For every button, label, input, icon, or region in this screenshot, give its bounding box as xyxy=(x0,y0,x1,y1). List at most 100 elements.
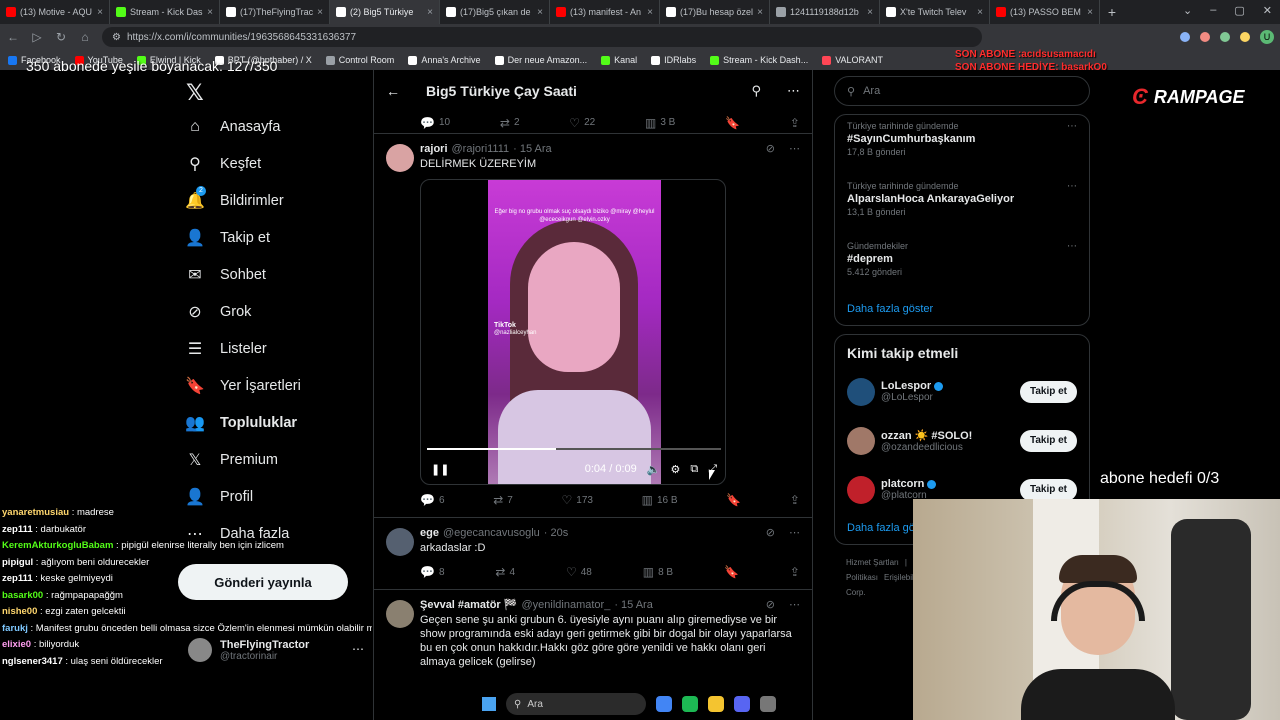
close-icon[interactable]: × xyxy=(757,7,763,18)
nav-item-profile[interactable]: 👤 Profil xyxy=(185,488,253,506)
bookmark-item[interactable]: Der neue Amazon... xyxy=(494,55,587,65)
bookmark-item[interactable]: Kanal xyxy=(601,55,637,65)
tweet[interactable]: Şevval #amatör 🏁 @yenildinamator_ · 15 A… xyxy=(374,590,812,675)
tweet-author-handle[interactable]: @egecancavusoglu xyxy=(443,527,540,539)
tweet-author-name[interactable]: Şevval #amatör 🏁 xyxy=(420,598,517,611)
close-icon[interactable]: × xyxy=(317,7,323,18)
browser-tab[interactable]: (17)Big5 çıkan de × xyxy=(440,0,550,24)
avatar[interactable] xyxy=(847,475,875,504)
home-icon[interactable]: ⌂ xyxy=(78,30,92,44)
close-icon[interactable]: × xyxy=(207,7,213,18)
browser-tab[interactable]: X'te Twitch Telev × xyxy=(880,0,990,24)
more-icon[interactable]: ⋯ xyxy=(789,598,800,611)
tweet[interactable]: ege @egecancavusoglu · 20s ⊘ ⋯ arkadasla… xyxy=(374,518,812,590)
bookmark-button[interactable]: 🔖 xyxy=(726,493,741,507)
spotify-icon[interactable] xyxy=(682,696,698,712)
nav-item-home[interactable]: ⌂ Anasayfa xyxy=(186,118,280,136)
like-button[interactable]: ♡ 22 xyxy=(569,116,595,130)
nav-item-list[interactable]: ☰ Listeler xyxy=(186,340,267,358)
browser-tab[interactable]: (13) PASSO BEM × xyxy=(990,0,1100,24)
browser-tab[interactable]: (17)Bu hesap özel × xyxy=(660,0,770,24)
tweet-author-name[interactable]: rajori xyxy=(420,143,448,155)
discord-icon[interactable] xyxy=(734,696,750,712)
trend-item[interactable]: Türkiye tarihinde gündemde AlparslanHoca … xyxy=(835,175,1089,235)
views-button[interactable]: ▥ 16 B xyxy=(642,493,678,507)
browser-tab[interactable]: 1241119188d12b × xyxy=(770,0,880,24)
more-icon[interactable]: ⋯ xyxy=(1067,181,1077,192)
more-icon[interactable]: ⋯ xyxy=(787,83,800,99)
grok-icon[interactable]: ⊘ xyxy=(766,142,775,155)
nav-item-follow[interactable]: 👤 Takip et xyxy=(185,229,270,247)
back-arrow-icon[interactable]: ← xyxy=(386,83,400,99)
share-button[interactable]: ⇪ xyxy=(790,565,800,579)
settings-icon[interactable]: ⚙ xyxy=(670,463,680,476)
close-icon[interactable]: × xyxy=(647,7,653,18)
avatar[interactable] xyxy=(386,528,414,556)
forward-icon[interactable]: ▷ xyxy=(30,30,44,44)
tweet-time[interactable]: · 20s xyxy=(544,527,568,539)
tweet-time[interactable]: · 15 Ara xyxy=(614,599,653,611)
bookmark-item[interactable]: VALORANT xyxy=(822,55,883,65)
windows-start-icon[interactable] xyxy=(482,697,496,711)
extension-icon[interactable] xyxy=(1200,32,1210,42)
follow-suggestion[interactable]: LoLespor @LoLespor Takip et xyxy=(835,367,1089,416)
url-field[interactable]: ⚙ https://x.com/i/communities/1963568645… xyxy=(102,27,982,47)
repost-button[interactable]: ⇄ 7 xyxy=(493,493,513,507)
settings-icon[interactable] xyxy=(760,696,776,712)
footer-link[interactable]: | xyxy=(905,558,907,567)
trend-item[interactable]: Gündemdekiler #deprem 5.412 gönderi ⋯ xyxy=(835,235,1089,295)
more-icon[interactable]: ⋯ xyxy=(789,142,800,155)
bookmark-item[interactable]: IDRlabs xyxy=(651,55,696,65)
pause-icon[interactable]: ❚❚ xyxy=(431,463,449,476)
close-icon[interactable]: × xyxy=(977,7,983,18)
browser-tab[interactable]: Stream - Kick Dash × xyxy=(110,0,220,24)
follow-suggestion[interactable]: ozzan ☀️ #SOLO! @ozandeedlicious Takip et xyxy=(835,416,1089,465)
nav-item-mail[interactable]: ✉ Sohbet xyxy=(186,266,266,284)
bookmark-button[interactable]: 🔖 xyxy=(725,116,740,130)
follow-button[interactable]: Takip et xyxy=(1019,429,1077,452)
site-info-icon[interactable]: ⚙ xyxy=(112,32,121,43)
nav-item-search[interactable]: ⚲ Keşfet xyxy=(186,155,261,173)
nav-item-bookmark[interactable]: 🔖 Yer İşaretleri xyxy=(185,377,301,395)
chrome-icon[interactable] xyxy=(656,696,672,712)
nav-item-bell[interactable]: 🔔 2 Bildirimler xyxy=(185,186,284,210)
pip-icon[interactable]: ⧉ xyxy=(690,463,698,476)
tweet[interactable]: rajori @rajori1111 · 15 Ara ⊘ ⋯ DELİRMEK… xyxy=(374,134,812,518)
repost-button[interactable]: ⇄ 2 xyxy=(500,116,520,130)
extension-icon[interactable] xyxy=(1180,32,1190,42)
more-icon[interactable]: ⋯ xyxy=(1067,121,1077,132)
browser-tab[interactable]: (17)TheFlyingTrac × xyxy=(220,0,330,24)
like-button[interactable]: ♡ 48 xyxy=(566,565,592,579)
avatar[interactable] xyxy=(847,377,875,406)
reload-icon[interactable]: ↻ xyxy=(54,30,68,44)
minimize-icon[interactable]: – xyxy=(1210,4,1216,17)
grok-icon[interactable]: ⊘ xyxy=(766,526,775,539)
avatar[interactable] xyxy=(386,600,414,628)
taskbar-search[interactable]: ⚲ Ara xyxy=(506,693,646,715)
volume-icon[interactable]: 🔈 xyxy=(647,463,661,476)
share-button[interactable]: ⇪ xyxy=(790,116,800,130)
reply-button[interactable]: 💬 10 xyxy=(420,116,450,130)
search-input[interactable]: ⚲ Ara xyxy=(834,76,1090,106)
extension-icon[interactable] xyxy=(1240,32,1250,42)
video-player[interactable]: Eğer big no grubu olmak suç olsaydı bizi… xyxy=(420,179,726,485)
tweet-time[interactable]: · 15 Ara xyxy=(513,143,552,155)
new-tab-button[interactable]: + xyxy=(1100,4,1124,20)
repost-button[interactable]: ⇄ 4 xyxy=(495,565,515,579)
tweet-author-name[interactable]: ege xyxy=(420,527,439,539)
trend-item[interactable]: Türkiye tarihinde gündemde #SayınCumhurba… xyxy=(835,115,1089,175)
tweet-author-handle[interactable]: @rajori1111 xyxy=(452,143,510,155)
profile-avatar[interactable]: U xyxy=(1260,30,1274,44)
reply-button[interactable]: 💬 8 xyxy=(420,565,445,579)
show-more-link[interactable]: Daha fazla göster xyxy=(835,295,1089,325)
extension-icon[interactable] xyxy=(1220,32,1230,42)
follow-button[interactable]: Takip et xyxy=(1019,478,1077,501)
close-icon[interactable]: × xyxy=(867,7,873,18)
bookmark-item[interactable]: Anna's Archive xyxy=(408,55,481,65)
footer-link[interactable]: Hizmet Şartları xyxy=(846,558,899,567)
chevron-down-icon[interactable]: ⌄ xyxy=(1183,4,1192,17)
close-icon[interactable]: × xyxy=(1087,7,1093,18)
browser-tab[interactable]: (13) manifest - An × xyxy=(550,0,660,24)
close-icon[interactable]: × xyxy=(427,7,433,18)
browser-tab[interactable]: (13) Motive - AQU × xyxy=(0,0,110,24)
